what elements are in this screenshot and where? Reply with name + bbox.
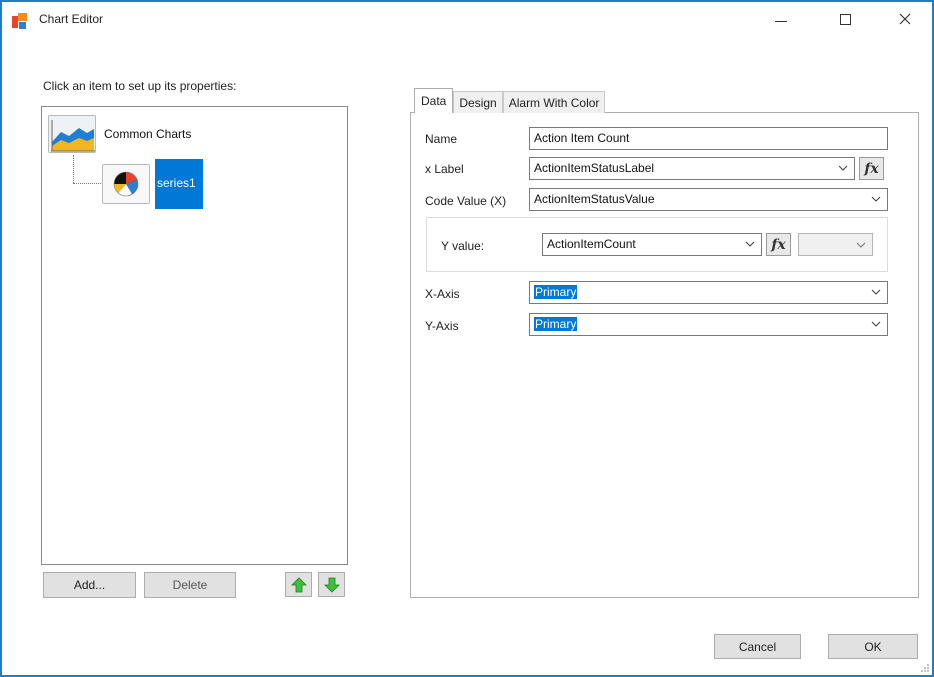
fx-icon: fx bbox=[864, 160, 879, 177]
title-bar[interactable]: Chart Editor bbox=[2, 2, 932, 36]
x-axis-value: Primary bbox=[534, 285, 578, 299]
move-up-button[interactable] bbox=[285, 572, 312, 597]
code-value-value: ActionItemStatusValue bbox=[534, 192, 655, 206]
tree-connector bbox=[73, 155, 74, 183]
y-value-secondary-select[interactable] bbox=[798, 233, 873, 256]
window-title: Chart Editor bbox=[39, 12, 104, 26]
x-label-select[interactable]: ActionItemStatusLabel bbox=[529, 157, 855, 180]
name-field[interactable]: Action Item Count bbox=[529, 127, 888, 150]
ok-button[interactable]: OK bbox=[828, 634, 918, 659]
resize-grip-icon[interactable] bbox=[920, 663, 930, 673]
y-axis-label: Y-Axis bbox=[425, 319, 459, 333]
chevron-down-icon bbox=[838, 161, 848, 175]
chevron-down-icon bbox=[871, 285, 881, 299]
series-tree[interactable]: Common Charts series1 bbox=[41, 106, 348, 565]
arrow-down-icon bbox=[323, 577, 340, 593]
minimize-icon bbox=[775, 20, 787, 22]
tab-data[interactable]: Data bbox=[414, 88, 454, 113]
maximize-icon bbox=[839, 13, 851, 25]
close-icon bbox=[899, 13, 911, 25]
y-value-label: Y value: bbox=[441, 239, 485, 253]
minimize-button[interactable] bbox=[758, 2, 804, 36]
name-value: Action Item Count bbox=[534, 131, 630, 145]
area-chart-icon[interactable] bbox=[48, 115, 96, 153]
code-value-select[interactable]: ActionItemStatusValue bbox=[529, 188, 888, 211]
instruction-label: Click an item to set up its properties: bbox=[43, 79, 237, 93]
move-down-button[interactable] bbox=[318, 572, 345, 597]
close-button[interactable] bbox=[882, 2, 928, 36]
code-value-label: Code Value (X) bbox=[425, 194, 507, 208]
delete-button[interactable]: Delete bbox=[144, 572, 236, 598]
y-value-fx-button[interactable]: fx bbox=[766, 233, 791, 256]
properties-tabs: Data Design Alarm With Color bbox=[414, 88, 606, 113]
tab-alarm-with-color[interactable]: Alarm With Color bbox=[502, 91, 606, 113]
x-label-fx-button[interactable]: fx bbox=[859, 157, 884, 180]
chevron-down-icon bbox=[871, 192, 881, 206]
x-label-label: x Label bbox=[425, 162, 464, 176]
tree-item-series1[interactable]: series1 bbox=[155, 159, 203, 209]
name-label: Name bbox=[425, 132, 458, 146]
maximize-button[interactable] bbox=[822, 2, 868, 36]
cancel-button[interactable]: Cancel bbox=[714, 634, 801, 659]
properties-tab-panel bbox=[410, 112, 919, 598]
arrow-up-icon bbox=[290, 576, 307, 592]
app-logo-icon bbox=[12, 13, 28, 29]
x-axis-select[interactable]: Primary bbox=[529, 281, 888, 304]
x-axis-label: X-Axis bbox=[425, 287, 460, 301]
y-value-select[interactable]: ActionItemCount bbox=[542, 233, 762, 256]
y-axis-value: Primary bbox=[534, 317, 578, 331]
tree-connector bbox=[73, 183, 101, 184]
chevron-down-icon bbox=[745, 237, 755, 251]
x-label-value: ActionItemStatusLabel bbox=[534, 161, 655, 175]
chevron-down-icon bbox=[871, 317, 881, 331]
chart-editor-window: Chart Editor Click an item to set up its… bbox=[0, 0, 934, 677]
y-value-value: ActionItemCount bbox=[547, 237, 636, 251]
chevron-down-icon bbox=[856, 237, 866, 251]
y-axis-select[interactable]: Primary bbox=[529, 313, 888, 336]
fx-icon: fx bbox=[771, 236, 786, 253]
add-button[interactable]: Add... bbox=[43, 572, 136, 598]
tab-design[interactable]: Design bbox=[453, 91, 503, 113]
pie-chart-icon[interactable] bbox=[102, 164, 150, 204]
tree-item-common-charts[interactable]: Common Charts bbox=[104, 127, 191, 141]
